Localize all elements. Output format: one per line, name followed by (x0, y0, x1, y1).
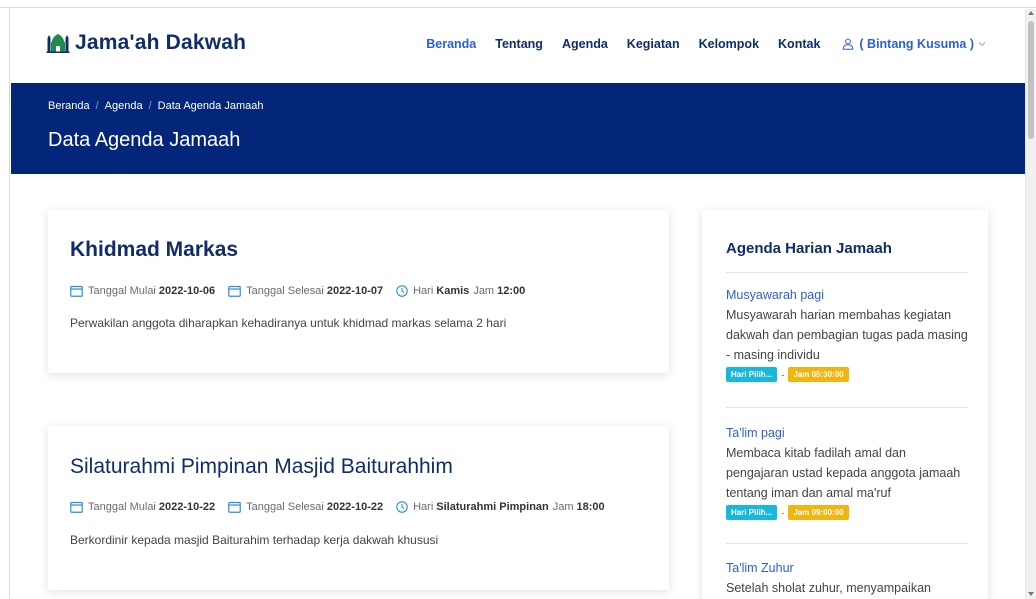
chevron-down-icon (978, 42, 986, 47)
daily-agenda-title[interactable]: Ta'lim Zuhur (726, 561, 971, 575)
daily-agenda-item: Musyawarah pagi Musyawarah harian membah… (726, 288, 971, 382)
agenda-description: Berkordinir kepada masjid Baiturahim ter… (70, 533, 439, 547)
end-date-label: Tanggal Selesai (246, 501, 324, 513)
main-nav: Beranda Tentang Agenda Kegiatan Kelompok… (407, 37, 991, 51)
sidebar-divider (726, 543, 968, 544)
calendar-icon (228, 285, 242, 297)
daily-agenda-sidebar: Agenda Harian Jamaah Musyawarah pagi Mus… (702, 210, 988, 599)
time-badge: Jam 05:30:00 (788, 367, 849, 382)
daily-agenda-description: Setelah sholat zuhur, menyampaikan (726, 581, 931, 595)
user-icon (843, 38, 854, 50)
start-date-label: Tanggal Mulai (88, 285, 156, 297)
daily-agenda-item: Ta'lim pagi Membaca kitab fadilah amal d… (726, 426, 971, 520)
day-label: Hari (413, 501, 434, 513)
end-date-value: 2022-10-22 (326, 501, 384, 513)
user-menu[interactable]: ( Bintang Kusuma ) (842, 37, 991, 51)
start-date-value: 2022-10-06 (158, 285, 216, 297)
page: Jama'ah Dakwah Beranda Tentang Agenda Ke… (11, 9, 1025, 599)
daily-agenda-description: Musyawarah harian membahas kegiatan dakw… (726, 308, 968, 362)
day-value: Kamis (436, 285, 470, 297)
scroll-down-arrow-icon[interactable] (1028, 592, 1034, 596)
breadcrumb-current: Data Agenda Jamaah (157, 100, 264, 112)
clock-icon (396, 501, 408, 513)
agenda-meta: Tanggal Mulai 2022-10-22 Tanggal Selesai… (70, 501, 618, 513)
nav-kegiatan[interactable]: Kegiatan (627, 37, 680, 51)
agenda-title[interactable]: Silaturahmi Pimpinan Masjid Baiturahhim (70, 455, 453, 479)
calendar-icon (228, 501, 242, 513)
nav-beranda[interactable]: Beranda (426, 37, 476, 51)
calendar-icon (70, 501, 83, 513)
day-badge: Hari Pilih... (726, 367, 778, 382)
agenda-description: Perwakilan anggota diharapkan kehadirany… (70, 316, 507, 330)
calendar-icon (70, 285, 83, 297)
agenda-meta: Tanggal Mulai 2022-10-06 Tanggal Selesai… (70, 285, 538, 297)
user-name: ( Bintang Kusuma ) (859, 37, 974, 51)
end-date-value: 2022-10-07 (326, 285, 384, 297)
start-date-value: 2022-10-22 (158, 501, 216, 513)
time-value: 18:00 (576, 501, 605, 513)
nav-agenda[interactable]: Agenda (562, 37, 608, 51)
mosque-logo-icon (46, 34, 70, 53)
page-title: Data Agenda Jamaah (48, 129, 241, 151)
breadcrumb-separator: / (95, 100, 99, 112)
day-value: Silaturahmi Pimpinan (436, 501, 549, 513)
breadcrumb-beranda[interactable]: Beranda (48, 100, 90, 112)
nav-kontak[interactable]: Kontak (778, 37, 820, 51)
scroll-up-arrow-icon[interactable] (1028, 11, 1034, 15)
page-hero: Beranda / Agenda / Data Agenda Jamaah Da… (11, 83, 1025, 174)
badge-separator: - (781, 369, 785, 380)
daily-agenda-badges: Hari Pilih... - Jam 09:00:00 (726, 505, 971, 520)
agenda-card: Silaturahmi Pimpinan Masjid Baiturahhim … (48, 426, 669, 590)
window-left-edge (0, 8, 10, 599)
badge-separator: - (781, 507, 785, 518)
day-badge: Hari Pilih... (726, 505, 778, 520)
site-header: Jama'ah Dakwah Beranda Tentang Agenda Ke… (11, 9, 1025, 83)
time-value: 12:00 (497, 285, 526, 297)
start-date-label: Tanggal Mulai (88, 501, 156, 513)
breadcrumb: Beranda / Agenda / Data Agenda Jamaah (48, 100, 263, 112)
time-badge: Jam 09:00:00 (788, 505, 849, 520)
clock-icon (396, 285, 408, 297)
daily-agenda-description: Membaca kitab fadilah amal dan pengajara… (726, 446, 961, 500)
page-scrollbar[interactable] (1025, 9, 1036, 599)
agenda-title[interactable]: Khidmad Markas (70, 238, 238, 262)
agenda-card: Khidmad Markas Tanggal Mulai 2022-10-06 … (48, 210, 669, 373)
sidebar-divider (726, 272, 968, 273)
site-logo[interactable]: Jama'ah Dakwah (46, 31, 246, 55)
nav-kelompok[interactable]: Kelompok (699, 37, 759, 51)
breadcrumb-agenda[interactable]: Agenda (105, 100, 143, 112)
nav-tentang[interactable]: Tentang (495, 37, 543, 51)
scroll-thumb[interactable] (1028, 21, 1034, 139)
daily-agenda-badges: Hari Pilih... - Jam 05:30:00 (726, 367, 971, 382)
window-top-edge (0, 0, 1036, 8)
sidebar-title: Agenda Harian Jamaah (726, 240, 892, 257)
daily-agenda-title[interactable]: Musyawarah pagi (726, 288, 971, 302)
daily-agenda-title[interactable]: Ta'lim pagi (726, 426, 971, 440)
day-label: Hari (413, 285, 434, 297)
site-logo-text: Jama'ah Dakwah (75, 31, 247, 54)
time-label: Jam (552, 501, 574, 513)
daily-agenda-item: Ta'lim Zuhur Setelah sholat zuhur, menya… (726, 561, 971, 598)
end-date-label: Tanggal Selesai (246, 285, 324, 297)
time-label: Jam (473, 285, 495, 297)
sidebar-divider (726, 407, 968, 408)
breadcrumb-separator: / (148, 100, 152, 112)
